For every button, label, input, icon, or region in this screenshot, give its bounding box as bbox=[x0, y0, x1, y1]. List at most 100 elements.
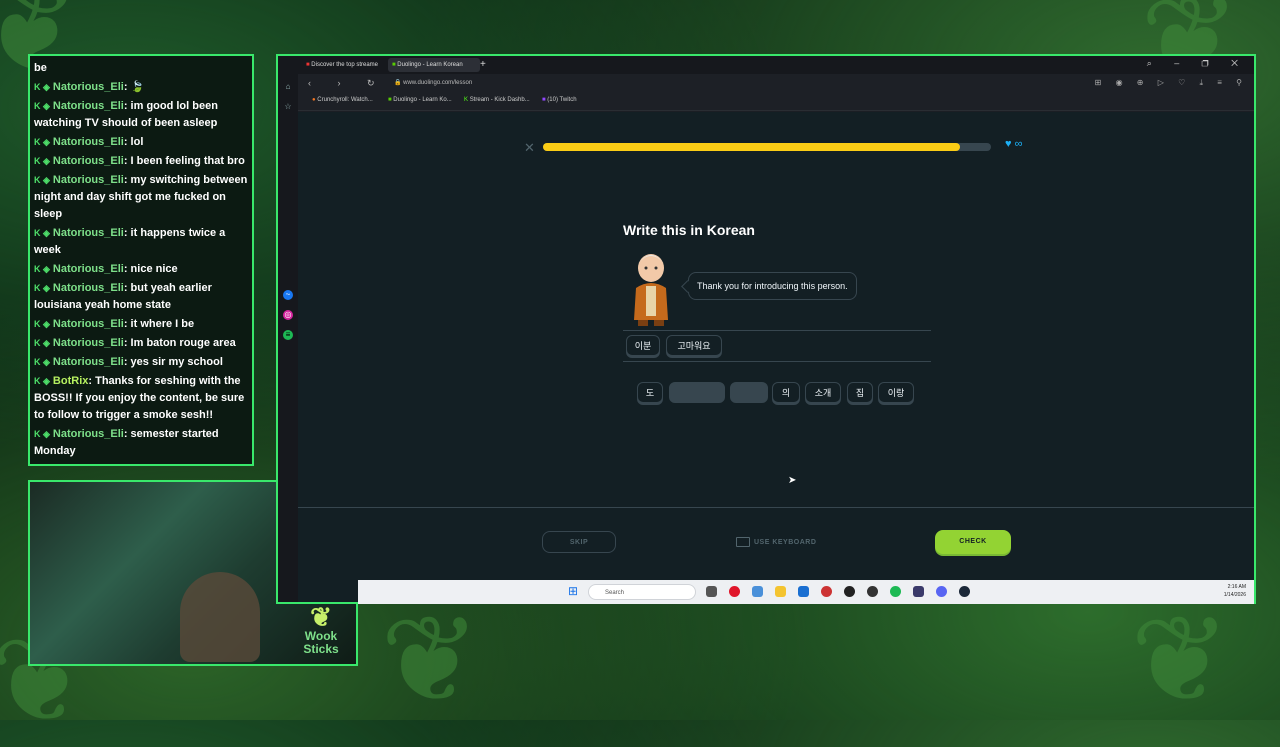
prompt-title: Write this in Korean bbox=[623, 222, 755, 238]
home-icon[interactable]: ⌂ bbox=[283, 82, 293, 92]
chat-username[interactable]: Natorious_Eli bbox=[53, 318, 124, 330]
obs-icon[interactable] bbox=[844, 586, 855, 597]
url-text: www.duolingo.com/lesson bbox=[403, 80, 473, 86]
spotify-icon[interactable]: ≡ bbox=[283, 330, 293, 340]
task-view-icon[interactable] bbox=[706, 586, 717, 597]
bookmark-duolingo[interactable]: ■ Duolingo - Learn Ko... bbox=[388, 97, 452, 103]
tab-bar: ■ Discover the top streame ■ Duolingo - … bbox=[278, 56, 1254, 74]
taskbar-search[interactable]: Search bbox=[588, 584, 696, 600]
toolbar-icons[interactable]: ⊞ ◉ ⊕ ▷ ♡ ⤓ ≡ ⚲ bbox=[1095, 78, 1248, 88]
instagram-icon[interactable]: ◎ bbox=[283, 310, 293, 320]
chat-message: K ◈ Natorious_Eli: nice nice bbox=[34, 261, 248, 278]
bookmark-kick[interactable]: K Stream - Kick Dashb... bbox=[464, 97, 530, 103]
chat-username[interactable]: Natorious_Eli bbox=[53, 356, 124, 368]
user-badge-icon: K ◈ bbox=[34, 357, 50, 367]
word-bank-chip[interactable]: 의 bbox=[772, 382, 800, 403]
user-badge-icon: K ◈ bbox=[34, 82, 50, 92]
window-controls[interactable]: ⌕ – ❐ ✕ bbox=[1147, 58, 1248, 69]
chat-username[interactable]: Natorious_Eli bbox=[53, 81, 124, 93]
windows-start-icon[interactable]: ⊞ bbox=[568, 585, 580, 597]
chat-text: : nice nice bbox=[123, 263, 178, 275]
app-icon[interactable] bbox=[821, 586, 832, 597]
chat-text: be bbox=[34, 62, 47, 74]
bookmark-crunchyroll[interactable]: ● Crunchyroll: Watch... bbox=[312, 97, 373, 103]
windows-taskbar: ⊞ Search 2:16 AM 1/14/2026 bbox=[358, 580, 1254, 604]
close-lesson-icon[interactable]: ✕ bbox=[524, 140, 535, 156]
nav-buttons[interactable]: ‹ › ↻ bbox=[308, 78, 387, 89]
steam-icon[interactable] bbox=[959, 586, 970, 597]
word-bank-chip[interactable]: 소개 bbox=[805, 382, 841, 403]
user-badge-icon: K ◈ bbox=[34, 264, 50, 274]
messenger-icon[interactable]: ~ bbox=[283, 290, 293, 300]
user-badge-icon: K ◈ bbox=[34, 319, 50, 329]
word-bank-chip[interactable]: 이랑 bbox=[878, 382, 914, 403]
spotify-taskbar-icon[interactable] bbox=[890, 586, 901, 597]
stream-chat-panel: be K ◈ Natorious_Eli: 🍃 K ◈ Natorious_Eli: i… bbox=[28, 54, 254, 466]
file-explorer-icon[interactable] bbox=[775, 586, 786, 597]
background-leaf: ❦ bbox=[380, 593, 481, 727]
chat-message: K ◈ Natorious_Eli: it happens twice a wee… bbox=[34, 225, 248, 259]
user-badge-icon: K ◈ bbox=[34, 101, 50, 111]
answer-word-chip[interactable]: 이분 bbox=[626, 335, 660, 356]
word-bank-chip[interactable]: 도 bbox=[637, 382, 663, 403]
check-button[interactable]: CHECK bbox=[935, 530, 1011, 554]
chat-username[interactable]: Natorious_Eli bbox=[53, 282, 124, 294]
chat-text: : it where I be bbox=[123, 318, 195, 330]
chat-message: be bbox=[34, 60, 248, 77]
chat-text: : yes sir my school bbox=[123, 356, 223, 368]
chat-username[interactable]: Natorious_Eli bbox=[53, 174, 124, 186]
chat-username[interactable]: BotRix bbox=[53, 375, 88, 387]
chat-text: : I been feeling that bro bbox=[123, 155, 245, 167]
opera-taskbar-icon[interactable] bbox=[729, 586, 740, 597]
answer-area-bottom-line bbox=[623, 361, 931, 362]
chat-username[interactable]: Natorious_Eli bbox=[53, 263, 124, 275]
browser-sidebar: O ⌂ ☆ ~ ◎ ≡ bbox=[278, 56, 298, 602]
chat-message: K ◈ Natorious_Eli: but yeah earlier louis… bbox=[34, 280, 248, 314]
system-clock[interactable]: 2:16 AM 1/14/2026 bbox=[1224, 583, 1246, 599]
chat-message: K ◈ Natorious_Eli: semester started Monda… bbox=[34, 426, 248, 460]
word-bank-chip[interactable]: 집 bbox=[847, 382, 873, 403]
browser-window: O ⌂ ☆ ~ ◎ ≡ ■ Discover the top streame ■… bbox=[276, 54, 1256, 604]
chrome-taskbar-icon[interactable] bbox=[752, 586, 763, 597]
answer-word-chip[interactable]: 고마워요 bbox=[666, 335, 722, 356]
bookmark-label: Crunchyroll: Watch... bbox=[317, 97, 373, 103]
chat-username[interactable]: Natorious_Eli bbox=[53, 227, 124, 239]
clock-date: 1/14/2026 bbox=[1223, 592, 1246, 598]
logo-text-line2: Sticks bbox=[303, 642, 339, 656]
new-tab-button[interactable]: + bbox=[476, 58, 494, 72]
leaf-icon: ❦ bbox=[310, 602, 332, 632]
tab-twitch[interactable]: ■ Discover the top streame bbox=[302, 58, 390, 72]
bookmark-twitch[interactable]: ■ (10) Twitch bbox=[542, 97, 577, 103]
chat-username[interactable]: Natorious_Eli bbox=[53, 155, 124, 167]
chat-message: K ◈ Natorious_Eli: Im baton rouge area bbox=[34, 335, 248, 352]
use-keyboard-button[interactable]: USE KEYBOARD bbox=[736, 537, 816, 547]
speech-bubble: Thank you for introducing this person. bbox=[688, 272, 857, 300]
bookmark-icon[interactable]: ☆ bbox=[283, 102, 293, 112]
bookmark-label: (10) Twitch bbox=[547, 97, 577, 103]
skip-button[interactable]: SKIP bbox=[542, 531, 616, 553]
store-icon[interactable] bbox=[798, 586, 809, 597]
hearts-indicator: ♥ ∞ bbox=[1005, 138, 1022, 150]
wook-sticks-logo: ❦ Wook Sticks bbox=[296, 604, 346, 656]
tab-duolingo[interactable]: ■ Duolingo - Learn Korean bbox=[388, 58, 480, 72]
chat-message: K ◈ Natorious_Eli: yes sir my school bbox=[34, 354, 248, 371]
duolingo-lesson: ✕ ♥ ∞ Write this in Korean Thank you for… bbox=[298, 112, 1254, 602]
user-badge-icon: K ◈ bbox=[34, 338, 50, 348]
chat-text: : 🍃 bbox=[123, 81, 145, 93]
discord-icon[interactable] bbox=[936, 586, 947, 597]
chat-username[interactable]: Natorious_Eli bbox=[53, 136, 124, 148]
heart-icon: ♥ bbox=[1005, 138, 1012, 150]
word-bank-placeholder bbox=[730, 382, 768, 403]
app-icon[interactable] bbox=[867, 586, 878, 597]
chat-username[interactable]: Natorious_Eli bbox=[53, 428, 124, 440]
url-field[interactable]: 🔒 www.duolingo.com/lesson bbox=[394, 79, 472, 86]
chat-text: : Im baton rouge area bbox=[123, 337, 236, 349]
chat-message: K ◈ Natorious_Eli: im good lol been watch… bbox=[34, 98, 248, 132]
chat-username[interactable]: Natorious_Eli bbox=[53, 337, 124, 349]
address-bar: ‹ › ↻ 🔒 www.duolingo.com/lesson ⊞ ◉ ⊕ ▷ … bbox=[298, 74, 1254, 94]
tab-label: Duolingo - Learn Korean bbox=[397, 62, 463, 68]
chat-username[interactable]: Natorious_Eli bbox=[53, 100, 124, 112]
app-icon[interactable] bbox=[913, 586, 924, 597]
bookmark-label: Duolingo - Learn Ko... bbox=[393, 97, 452, 103]
mouse-cursor-icon: ➤ bbox=[788, 475, 797, 486]
